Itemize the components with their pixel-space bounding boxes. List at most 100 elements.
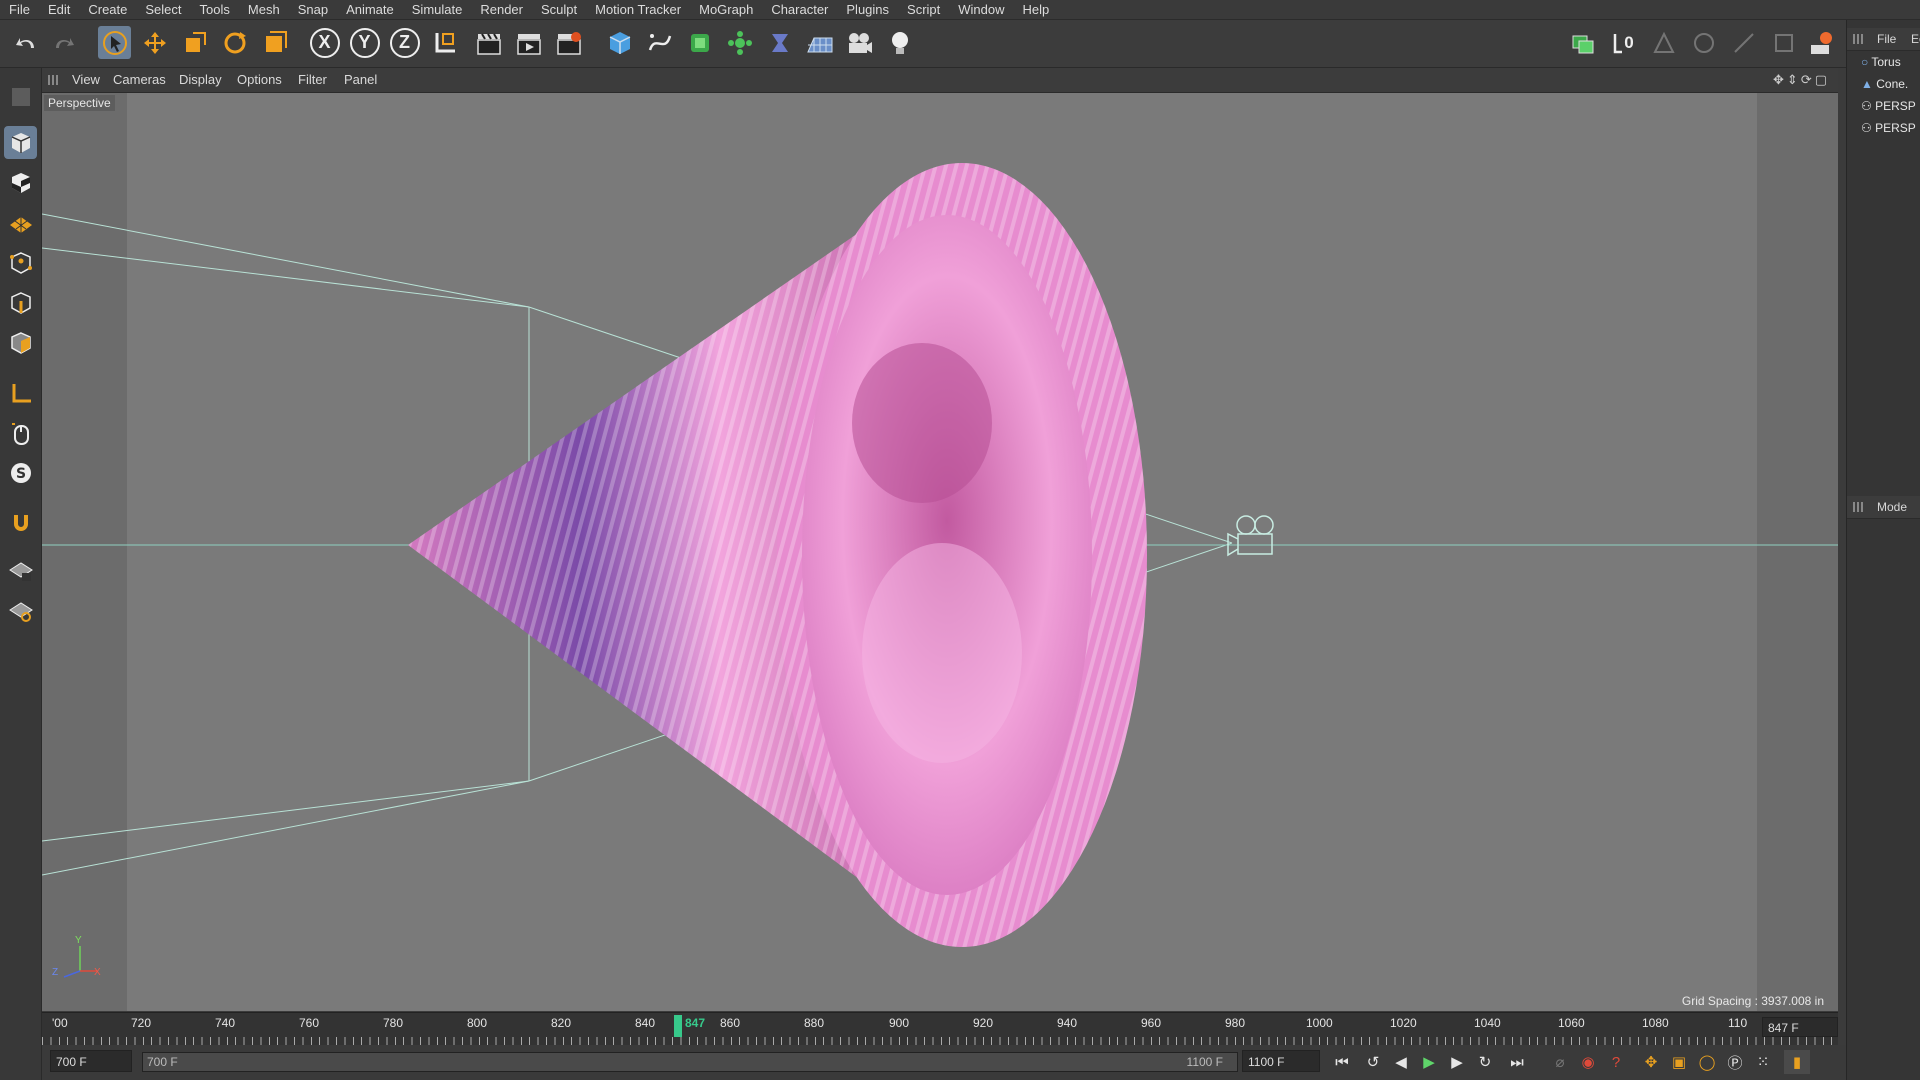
add-nurbs-button[interactable] (683, 26, 716, 59)
record-active-objects-button[interactable]: ◉ (1575, 1050, 1601, 1074)
menu-select[interactable]: Select (136, 0, 190, 19)
layer-browser-button[interactable] (1567, 26, 1600, 59)
workplane-button[interactable] (1687, 26, 1720, 59)
record-keys-off-button[interactable]: ⌀ (1547, 1050, 1573, 1074)
object-item-torus[interactable]: ○ Torus (1861, 55, 1901, 69)
tweak-tool-button[interactable] (4, 416, 37, 449)
object-item-cone[interactable]: ▲ Cone. (1861, 77, 1908, 91)
viewport-nav-icons[interactable]: ✥⇕⟳▢ (1773, 72, 1830, 88)
viewport-menu-panel[interactable]: Panel (344, 68, 377, 92)
z-axis-lock-button[interactable]: Z (388, 26, 421, 59)
previous-frame-button[interactable]: ◀ (1388, 1050, 1414, 1074)
menu-snap[interactable]: Snap (289, 0, 337, 19)
go-to-end-button[interactable]: ⏭ (1504, 1050, 1530, 1074)
move-tool-button[interactable] (138, 26, 171, 59)
points-mode-button[interactable] (4, 246, 37, 279)
tick-label: 1060 (1558, 1016, 1585, 1030)
add-deformer-button[interactable] (763, 26, 796, 59)
menu-edit[interactable]: Edit (39, 0, 79, 19)
redo-button[interactable] (46, 26, 79, 59)
add-spline-button[interactable] (643, 26, 676, 59)
axis-mode-button[interactable] (1727, 26, 1760, 59)
live-selection-button[interactable] (98, 26, 131, 59)
menu-tools[interactable]: Tools (191, 0, 239, 19)
menu-plugins[interactable]: Plugins (837, 0, 898, 19)
menu-motion-tracker[interactable]: Motion Tracker (586, 0, 690, 19)
playhead[interactable] (674, 1015, 682, 1037)
snap-button[interactable] (1647, 26, 1680, 59)
menu-simulate[interactable]: Simulate (403, 0, 472, 19)
viewport-perspective[interactable]: Y Z X Perspective Grid Spacing : 3937.00… (42, 93, 1838, 1011)
axis-tool-button[interactable] (4, 376, 37, 409)
menu-mograph[interactable]: MoGraph (690, 0, 762, 19)
model-mode-button[interactable] (4, 126, 37, 159)
rotate-tool-button[interactable] (218, 26, 251, 59)
menu-script[interactable]: Script (898, 0, 949, 19)
end-frame-field[interactable]: 1100 F (1242, 1050, 1320, 1072)
key-point-level-button[interactable]: ⁙ (1750, 1050, 1776, 1074)
add-scene-button[interactable] (803, 26, 836, 59)
object-menu-file[interactable]: File (1877, 28, 1896, 50)
object-item-camera-2[interactable]: ⚇ PERSP (1861, 121, 1916, 135)
menu-sculpt[interactable]: Sculpt (532, 0, 586, 19)
make-editable-button[interactable] (4, 80, 37, 113)
autokeying-button[interactable]: ? (1603, 1050, 1629, 1074)
menu-render[interactable]: Render (471, 0, 532, 19)
undo-button[interactable] (10, 26, 43, 59)
key-parameter-button[interactable]: Ⓟ (1722, 1050, 1748, 1074)
range-start-label: 700 F (147, 1055, 178, 1069)
menu-window[interactable]: Window (949, 0, 1013, 19)
texture-mode-button[interactable] (4, 166, 37, 199)
enable-snap-button[interactable] (4, 506, 37, 539)
timeline-ruler[interactable]: '00 720 740 760 780 800 820 840 860 880 … (42, 1012, 1838, 1045)
viewport-menu-options[interactable]: Options (237, 68, 282, 92)
previous-key-button[interactable]: ↺ (1360, 1050, 1386, 1074)
menu-file[interactable]: File (0, 0, 39, 19)
menu-character[interactable]: Character (762, 0, 837, 19)
tweak-mode-button[interactable] (1767, 26, 1800, 59)
object-menu-edit[interactable]: Ec (1911, 28, 1920, 50)
clapper-play-icon (516, 33, 541, 55)
y-axis-lock-button[interactable]: Y (348, 26, 381, 59)
key-rotation-button[interactable]: ◯ (1694, 1050, 1720, 1074)
add-array-button[interactable] (723, 26, 756, 59)
current-frame-field[interactable]: 847 F (1762, 1017, 1838, 1037)
play-button[interactable]: ▶ (1416, 1050, 1442, 1074)
workplane-align-button[interactable] (4, 594, 37, 627)
key-position-button[interactable]: ✥ (1638, 1050, 1664, 1074)
viewport-menu-cameras[interactable]: Cameras (113, 68, 166, 92)
frame-range-slider[interactable]: 700 F 1100 F (142, 1052, 1238, 1072)
workplane-mode-button[interactable] (4, 206, 37, 239)
viewport-menu-display[interactable]: Display (179, 68, 222, 92)
coordinate-system-button[interactable] (428, 26, 461, 59)
menu-help[interactable]: Help (1014, 0, 1059, 19)
menu-create[interactable]: Create (79, 0, 136, 19)
workplane-lock-button[interactable] (4, 554, 37, 587)
object-item-camera-1[interactable]: ⚇ PERSP (1861, 99, 1916, 113)
viewport-menu-view[interactable]: View (72, 68, 100, 92)
add-cube-button[interactable] (603, 26, 636, 59)
next-frame-button[interactable]: ▶ (1444, 1050, 1470, 1074)
x-axis-lock-button[interactable]: X (308, 26, 341, 59)
interactive-render-button[interactable] (1805, 26, 1838, 59)
render-view-button[interactable] (472, 26, 505, 59)
polygons-mode-button[interactable] (4, 326, 37, 359)
layer-count-button[interactable]: 0 (1607, 26, 1640, 59)
viewport-menu-filter[interactable]: Filter (298, 68, 327, 92)
next-key-button[interactable]: ↻ (1472, 1050, 1498, 1074)
solo-button[interactable]: S (4, 456, 37, 489)
go-to-start-button[interactable]: ⏮ (1329, 1050, 1355, 1074)
edges-mode-button[interactable] (4, 286, 37, 319)
key-scale-button[interactable]: ▣ (1666, 1050, 1692, 1074)
render-settings-button[interactable] (552, 26, 585, 59)
start-frame-field[interactable]: 700 F (50, 1050, 132, 1072)
menu-mesh[interactable]: Mesh (239, 0, 289, 19)
transform-tool-button[interactable] (258, 26, 291, 59)
render-to-picture-viewer-button[interactable] (512, 26, 545, 59)
menu-animate[interactable]: Animate (337, 0, 403, 19)
scheme-menu-button[interactable]: ▮ (1784, 1050, 1810, 1074)
add-camera-button[interactable] (843, 26, 876, 59)
scale-tool-button[interactable] (178, 26, 211, 59)
attribute-menu-mode[interactable]: Mode (1877, 496, 1907, 518)
add-light-button[interactable] (883, 26, 916, 59)
